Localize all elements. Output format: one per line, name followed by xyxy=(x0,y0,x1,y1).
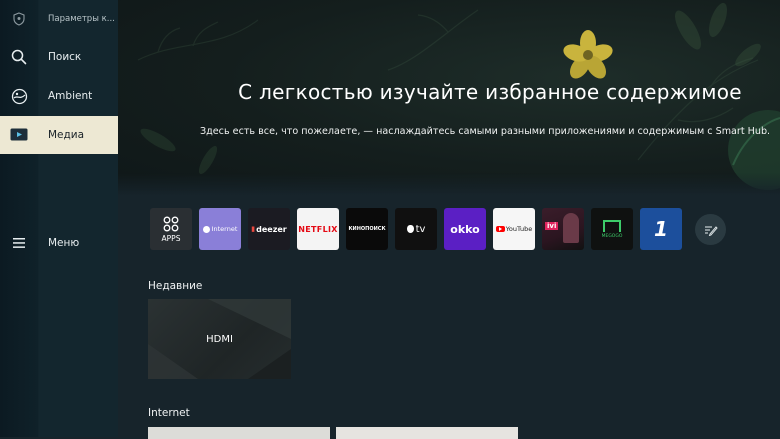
app-label: Internet xyxy=(211,225,238,233)
app-label: YouTube xyxy=(505,225,533,233)
flower-decoration xyxy=(563,30,613,79)
app-tile-apps[interactable]: APPS xyxy=(150,208,192,250)
channel-one-icon: 1 xyxy=(654,217,668,241)
recent-hdmi-card[interactable]: HDMI xyxy=(148,299,291,379)
app-label: APPS xyxy=(161,233,181,243)
app-tile-youtube[interactable]: YouTube xyxy=(493,208,535,250)
hero-banner: С легкостью изучайте избранное содержимо… xyxy=(118,0,780,195)
poster-figure-icon xyxy=(563,213,579,243)
app-tile-kinopoisk[interactable]: КИНОПОИСК xyxy=(346,208,388,250)
deezer-icon: ▮ xyxy=(251,225,256,233)
sidebar-item-label: Поиск xyxy=(48,51,82,63)
youtube-icon xyxy=(495,226,505,232)
netflix-icon: NETFLIX xyxy=(298,224,338,234)
hero-fade xyxy=(118,173,780,195)
sidebar-item-label: Ambient xyxy=(48,90,93,102)
app-tile-okko[interactable]: okko xyxy=(444,208,486,250)
sidebar-item-search[interactable]: Поиск xyxy=(0,38,118,76)
app-tile-apple-tv[interactable]: tv xyxy=(395,208,437,250)
apps-grid-icon xyxy=(163,216,179,231)
app-tile-netflix[interactable]: NETFLIX xyxy=(297,208,339,250)
internet-thumbnail[interactable] xyxy=(336,427,518,439)
okko-icon: okko xyxy=(450,222,480,236)
edit-apps-button[interactable] xyxy=(695,214,726,245)
app-label: tv xyxy=(415,223,426,235)
app-tile-internet[interactable]: Internet xyxy=(199,208,241,250)
app-tile-deezer[interactable]: ▮ deezer xyxy=(248,208,290,250)
sidebar-item-label: Параметры к... xyxy=(48,14,115,24)
sidebar-item-menu[interactable]: Меню xyxy=(0,224,118,262)
app-tile-channel-one[interactable]: 1 xyxy=(640,208,682,250)
apple-tv-icon xyxy=(406,225,414,233)
app-tile-ivi[interactable]: ivi xyxy=(542,208,584,250)
megogo-icon xyxy=(603,219,621,232)
edit-list-icon xyxy=(704,225,718,236)
ambient-icon xyxy=(0,77,38,115)
section-title-recent: Недавние xyxy=(148,280,203,292)
search-icon xyxy=(0,38,38,76)
hdmi-label: HDMI xyxy=(206,333,233,345)
hero-title: С легкостью изучайте избранное содержимо… xyxy=(238,80,742,104)
hero-subtitle: Здесь есть все, что пожелаете, — наслажд… xyxy=(200,126,771,137)
sidebar-item-label: Медиа xyxy=(48,129,85,141)
shield-icon xyxy=(0,0,38,38)
app-label: deezer xyxy=(256,224,287,234)
sidebar-item-ambient[interactable]: Ambient xyxy=(0,77,118,115)
internet-icon xyxy=(202,225,210,233)
sidebar-item-media[interactable]: Медиа xyxy=(0,116,118,154)
kinopoisk-icon: КИНОПОИСК xyxy=(348,226,386,232)
sidebar-item-settings[interactable]: Параметры к... xyxy=(0,0,118,38)
section-title-internet: Internet xyxy=(148,407,190,419)
sidebar-item-label: Меню xyxy=(48,237,80,249)
internet-thumbnail[interactable] xyxy=(148,427,330,439)
app-label: MEGOGO xyxy=(601,233,623,239)
sidebar: Параметры к... Поиск Ambient Медиа Меню xyxy=(0,0,118,437)
ivi-icon: ivi xyxy=(545,222,559,230)
app-tile-megogo[interactable]: MEGOGO xyxy=(591,208,633,250)
menu-icon xyxy=(0,224,38,262)
media-icon xyxy=(0,116,38,154)
